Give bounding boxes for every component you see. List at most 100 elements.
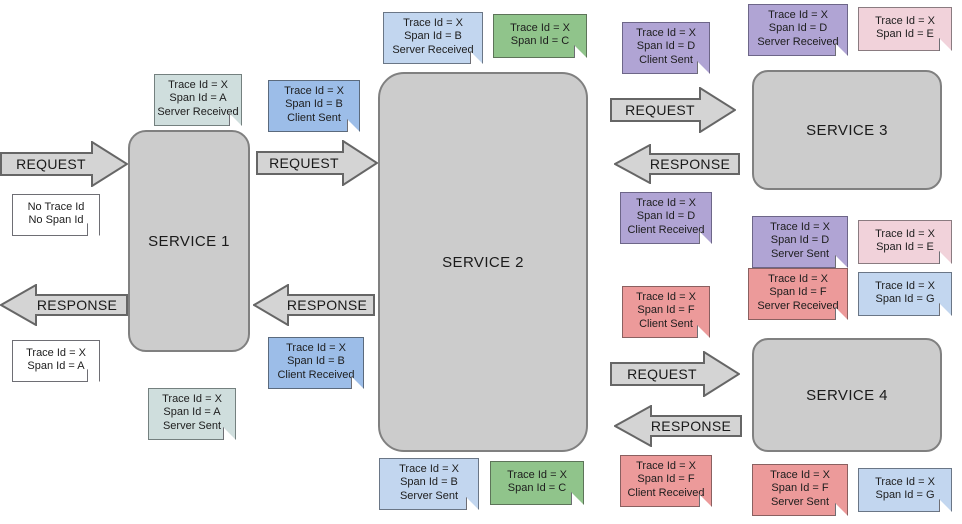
note-line: Span Id = B xyxy=(287,355,345,368)
note-line: Trace Id = X xyxy=(875,279,935,292)
note-line: Span Id = D xyxy=(768,22,828,35)
note-line: Client Received xyxy=(277,368,355,381)
service-box-service-3[interactable]: SERVICE 3 xyxy=(752,70,942,190)
service-box-service-1[interactable]: SERVICE 1 xyxy=(128,130,250,352)
note-line: Server Sent xyxy=(770,495,830,508)
note-line: Trace Id = X xyxy=(768,8,828,21)
arrow-response-service-1-to-client[interactable]: RESPONSE xyxy=(0,284,128,326)
arrow-label: RESPONSE xyxy=(36,297,118,313)
arrow-label: REQUEST xyxy=(627,366,697,382)
arrow-response-service-3-to-service-2[interactable]: RESPONSE xyxy=(614,144,740,184)
note-span-e-top[interactable]: Trace Id = X Span Id = E xyxy=(858,7,952,51)
diagram-canvas: SERVICE 1 SERVICE 2 SERVICE 3 SERVICE 4 … xyxy=(0,0,962,524)
arrow-request-service-1-to-service-2[interactable]: REQUEST xyxy=(256,140,378,186)
note-line: Span Id = G xyxy=(875,293,935,305)
service-label: SERVICE 1 xyxy=(148,232,230,250)
note-line: Trace Id = X xyxy=(26,346,86,359)
note-line: Trace Id = X xyxy=(286,341,346,354)
note-line: Span Id = C xyxy=(510,35,570,47)
note-line: No Trace Id xyxy=(27,200,85,213)
note-line: Span Id = A xyxy=(169,92,227,105)
arrow-label: REQUEST xyxy=(625,102,695,118)
note-line: Server Received xyxy=(392,43,474,56)
arrow-label: RESPONSE xyxy=(649,156,731,172)
note-line: Trace Id = X xyxy=(875,14,935,27)
note-span-b-server-received[interactable]: Trace Id = X Span Id = B Server Received xyxy=(383,12,483,64)
note-span-b-client-sent[interactable]: Trace Id = X Span Id = B Client Sent xyxy=(268,80,360,132)
note-line: No Span Id xyxy=(28,214,84,226)
note-line: Span Id = A xyxy=(27,360,85,372)
note-span-d-client-received[interactable]: Trace Id = X Span Id = D Client Received xyxy=(620,192,712,244)
arrow-label: REQUEST xyxy=(269,155,339,171)
note-span-a-response[interactable]: Trace Id = X Span Id = A xyxy=(12,340,100,382)
note-span-c-top[interactable]: Trace Id = X Span Id = C xyxy=(493,14,587,58)
note-line: Span Id = E xyxy=(876,241,934,253)
note-line: Trace Id = X xyxy=(636,290,696,303)
arrow-request-service-2-to-service-3[interactable]: REQUEST xyxy=(610,87,736,133)
note-line: Trace Id = X xyxy=(636,26,696,39)
arrow-label: RESPONSE xyxy=(286,297,368,313)
service-label: SERVICE 2 xyxy=(442,253,524,271)
note-line: Server Received xyxy=(757,35,839,48)
note-line: Trace Id = X xyxy=(510,21,570,34)
note-span-g-bottom[interactable]: Trace Id = X Span Id = G xyxy=(858,468,952,512)
note-line: Client Sent xyxy=(639,317,693,330)
note-no-trace-id[interactable]: No Trace Id No Span Id xyxy=(12,194,100,236)
note-line: Span Id = F xyxy=(637,304,695,317)
note-span-e-bottom[interactable]: Trace Id = X Span Id = E xyxy=(858,220,952,264)
note-span-f-client-received[interactable]: Trace Id = X Span Id = F Client Received xyxy=(620,455,712,507)
note-span-b-server-sent[interactable]: Trace Id = X Span Id = B Server Sent xyxy=(379,458,479,510)
note-line: Trace Id = X xyxy=(168,78,228,91)
note-line: Span Id = B xyxy=(400,476,458,489)
note-line: Trace Id = X xyxy=(875,227,935,240)
note-line: Client Received xyxy=(627,223,705,236)
note-line: Client Received xyxy=(627,486,705,499)
service-box-service-4[interactable]: SERVICE 4 xyxy=(752,338,942,452)
note-span-g-top[interactable]: Trace Id = X Span Id = G xyxy=(858,272,952,316)
note-line: Server Sent xyxy=(770,247,830,260)
note-span-f-server-received[interactable]: Trace Id = X Span Id = F Server Received xyxy=(748,268,848,320)
note-line: Trace Id = X xyxy=(399,462,459,475)
note-span-d-server-sent[interactable]: Trace Id = X Span Id = D Server Sent xyxy=(752,216,848,268)
note-span-c-bottom[interactable]: Trace Id = X Span Id = C xyxy=(490,461,584,505)
note-span-b-client-received[interactable]: Trace Id = X Span Id = B Client Received xyxy=(268,337,364,389)
note-span-d-server-received[interactable]: Trace Id = X Span Id = D Server Received xyxy=(748,4,848,56)
note-line: Span Id = G xyxy=(875,489,935,501)
note-line: Trace Id = X xyxy=(770,220,830,233)
note-span-f-client-sent[interactable]: Trace Id = X Span Id = F Client Sent xyxy=(622,286,710,338)
note-line: Span Id = E xyxy=(876,28,934,40)
arrow-request-client-to-service-1[interactable]: REQUEST xyxy=(0,141,128,187)
note-span-d-client-sent[interactable]: Trace Id = X Span Id = D Client Sent xyxy=(622,22,710,74)
note-line: Span Id = A xyxy=(163,406,221,419)
note-line: Trace Id = X xyxy=(636,196,696,209)
arrow-request-service-2-to-service-4[interactable]: REQUEST xyxy=(610,351,740,397)
note-line: Server Sent xyxy=(399,489,459,502)
note-line: Trace Id = X xyxy=(507,468,567,481)
service-box-service-2[interactable]: SERVICE 2 xyxy=(378,72,588,452)
note-line: Span Id = B xyxy=(404,30,462,43)
arrow-label: RESPONSE xyxy=(650,418,732,434)
note-line: Trace Id = X xyxy=(284,84,344,97)
note-line: Server Received xyxy=(157,105,239,118)
note-span-a-server-sent[interactable]: Trace Id = X Span Id = A Server Sent xyxy=(148,388,236,440)
note-line: Span Id = D xyxy=(636,40,696,53)
note-line: Trace Id = X xyxy=(162,392,222,405)
arrow-response-service-4-to-service-2[interactable]: RESPONSE xyxy=(614,405,742,447)
note-line: Span Id = D xyxy=(636,210,696,223)
note-line: Span Id = D xyxy=(770,234,830,247)
arrow-response-service-2-to-service-1[interactable]: RESPONSE xyxy=(253,284,375,326)
note-line: Span Id = F xyxy=(637,473,695,486)
arrow-label: REQUEST xyxy=(16,156,86,172)
note-line: Trace Id = X xyxy=(875,475,935,488)
note-line: Span Id = F xyxy=(771,482,829,495)
note-line: Server Sent xyxy=(162,419,222,432)
note-line: Trace Id = X xyxy=(403,16,463,29)
note-line: Client Sent xyxy=(639,53,693,66)
service-label: SERVICE 4 xyxy=(806,386,888,404)
note-line: Client Sent xyxy=(287,111,341,124)
note-span-a-server-received[interactable]: Trace Id = X Span Id = A Server Received xyxy=(154,74,242,126)
note-line: Trace Id = X xyxy=(770,468,830,481)
note-line: Server Received xyxy=(757,299,839,312)
note-line: Span Id = F xyxy=(769,286,827,299)
note-span-f-server-sent[interactable]: Trace Id = X Span Id = F Server Sent xyxy=(752,464,848,516)
